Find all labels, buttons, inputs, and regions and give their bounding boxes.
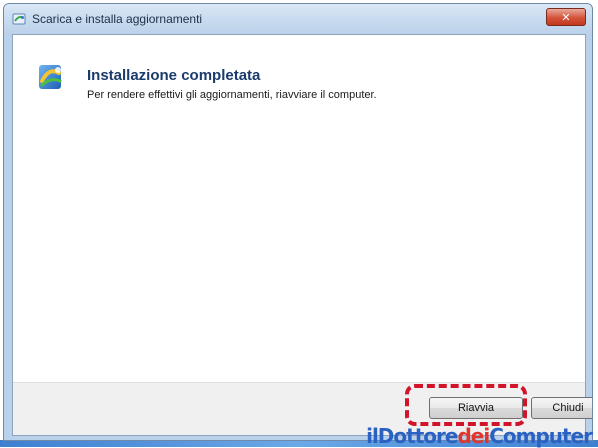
watermark-part1: ilDottore	[366, 424, 457, 448]
windows-update-icon	[12, 12, 26, 26]
restart-button[interactable]: Riavvia	[429, 397, 523, 419]
status-message: Per rendere effettivi gli aggiornamenti,…	[87, 89, 377, 101]
watermark-logo: ilDottoredeiComputer	[366, 425, 592, 447]
window-title: Scarica e installa aggiornamenti	[32, 12, 202, 26]
watermark-part3: Computer	[489, 424, 592, 448]
dialog-content: Installazione completata Per rendere eff…	[12, 34, 586, 436]
window-close-button[interactable]: ✕	[546, 8, 586, 26]
close-icon: ✕	[561, 11, 570, 24]
close-button[interactable]: Chiudi	[531, 397, 593, 419]
status-heading: Installazione completata	[87, 67, 260, 84]
close-button-label: Chiudi	[552, 402, 583, 414]
title-bar[interactable]: Scarica e installa aggiornamenti ✕	[4, 4, 592, 34]
restart-button-label: Riavvia	[458, 402, 494, 414]
windows-update-icon	[37, 61, 65, 93]
watermark-part2: dei	[457, 424, 489, 448]
update-dialog: Scarica e installa aggiornamenti ✕ Insta…	[3, 3, 593, 441]
